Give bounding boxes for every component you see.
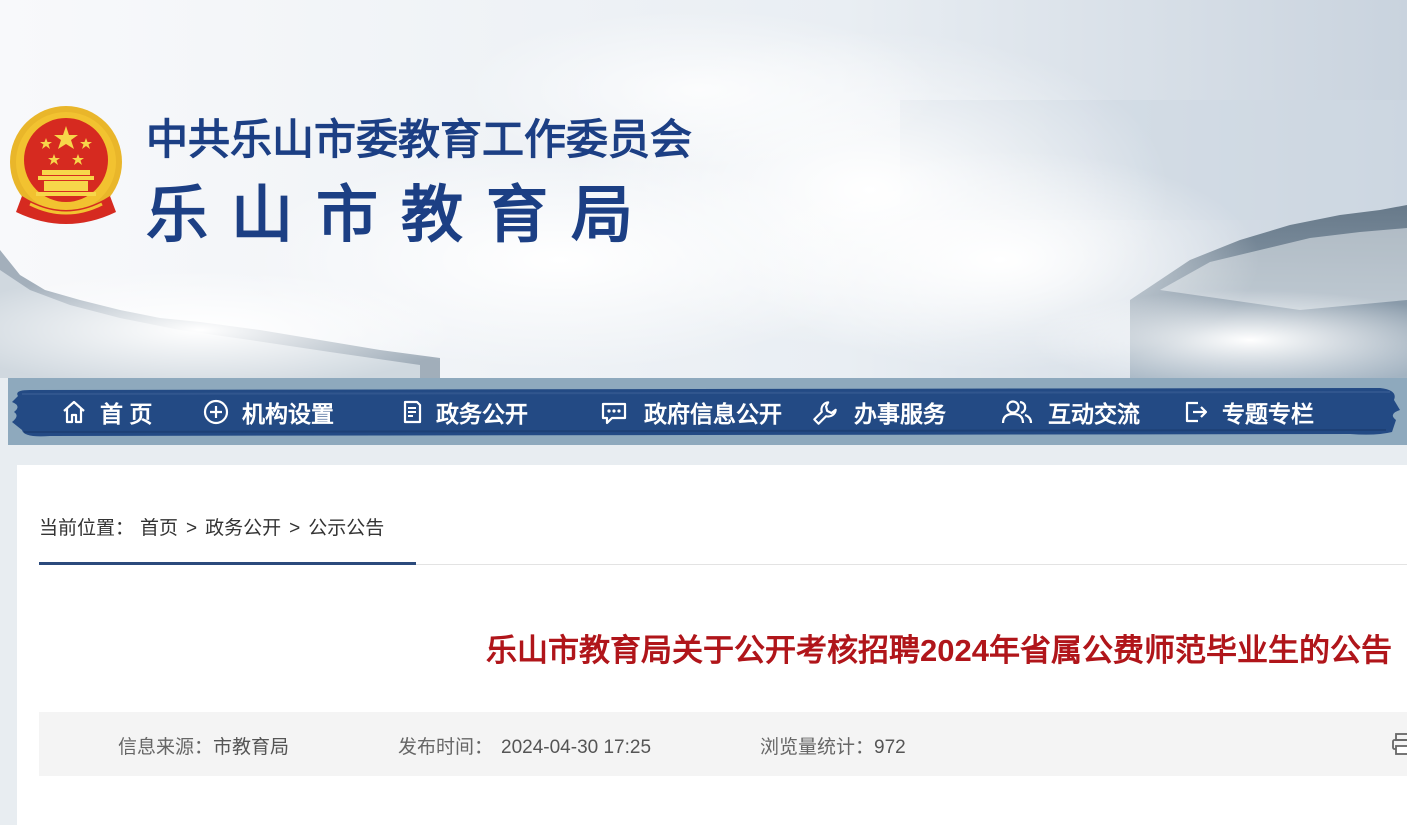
breadcrumb-prefix: 当前位置： — [39, 518, 135, 539]
site-title: 乐山市教育局 — [146, 181, 657, 250]
views-value: 972 — [874, 737, 906, 758]
breadcrumb-separator: > — [186, 518, 198, 539]
views-label: 浏览量统计： — [760, 737, 875, 758]
nav-item-organization[interactable]: 机构设置 — [202, 397, 334, 427]
breadcrumb-link-gov-affairs[interactable]: 政务公开 — [205, 513, 281, 540]
nav-item-label: 专题专栏 — [1222, 401, 1314, 427]
users-icon — [1000, 398, 1034, 426]
source-value: 市教育局 — [213, 737, 290, 758]
main-navigation: 首 页 机构设置 政务公开 政府信息公开 办事服务 互动交流 专题专栏 — [8, 378, 1407, 445]
article-view-count: 浏览量统计：972 — [760, 732, 906, 759]
article-title: 乐山市教育局关于公开考核招聘2024年省属公费师范毕业生的公告 — [486, 633, 1392, 668]
breadcrumb: 当前位置： 首页 > 政务公开 > 公示公告 — [39, 513, 384, 540]
nav-item-label: 机构设置 — [242, 401, 334, 427]
org-name-line1: 中共乐山市委教育工作委员会 — [146, 116, 693, 163]
nav-item-home[interactable]: 首 页 — [60, 397, 152, 427]
nav-item-label: 首 页 — [100, 401, 153, 427]
breadcrumb-separator: > — [289, 518, 301, 539]
nav-item-label: 政府信息公开 — [644, 401, 782, 427]
nav-item-gov-info[interactable]: 政府信息公开 — [600, 397, 782, 427]
plus-circle-icon — [202, 398, 230, 426]
time-value: 2024-04-30 17:25 — [501, 737, 652, 758]
source-label: 信息来源： — [118, 737, 214, 758]
wrench-icon — [808, 398, 842, 426]
document-icon — [398, 398, 426, 426]
exit-icon — [1182, 398, 1210, 426]
nav-item-label: 办事服务 — [854, 401, 946, 427]
article-source: 信息来源：市教育局 — [118, 732, 289, 759]
print-icon[interactable] — [1391, 732, 1407, 756]
nav-bar: 首 页 机构设置 政务公开 政府信息公开 办事服务 互动交流 专题专栏 — [10, 384, 1402, 440]
time-label: 发布时间： — [398, 737, 494, 758]
breadcrumb-link-home[interactable]: 首页 — [140, 513, 178, 540]
nav-item-services[interactable]: 办事服务 — [808, 397, 946, 427]
article-meta-bar: 信息来源：市教育局 发布时间： 2024-04-30 17:25 浏览量统计：97… — [39, 712, 1407, 776]
article-content-panel: 当前位置： 首页 > 政务公开 > 公示公告 乐山市教育局关于公开考核招聘2024年省属公… — [17, 465, 1407, 825]
message-icon — [600, 398, 628, 426]
header-banner: 中共乐山市委教育工作委员会 乐山市教育局 — [0, 0, 1407, 378]
home-icon — [60, 398, 88, 426]
nav-item-interaction[interactable]: 互动交流 — [1000, 397, 1140, 427]
nav-item-gov-affairs[interactable]: 政务公开 — [398, 397, 528, 427]
breadcrumb-underline — [39, 562, 416, 565]
breadcrumb-link-notices[interactable]: 公示公告 — [308, 513, 384, 540]
national-emblem-icon — [10, 106, 122, 224]
nav-item-special-topics[interactable]: 专题专栏 — [1182, 397, 1314, 427]
nav-item-label: 互动交流 — [1048, 401, 1140, 427]
article-publish-time: 发布时间： 2024-04-30 17:25 — [398, 732, 651, 759]
nav-item-label: 政务公开 — [436, 401, 528, 427]
